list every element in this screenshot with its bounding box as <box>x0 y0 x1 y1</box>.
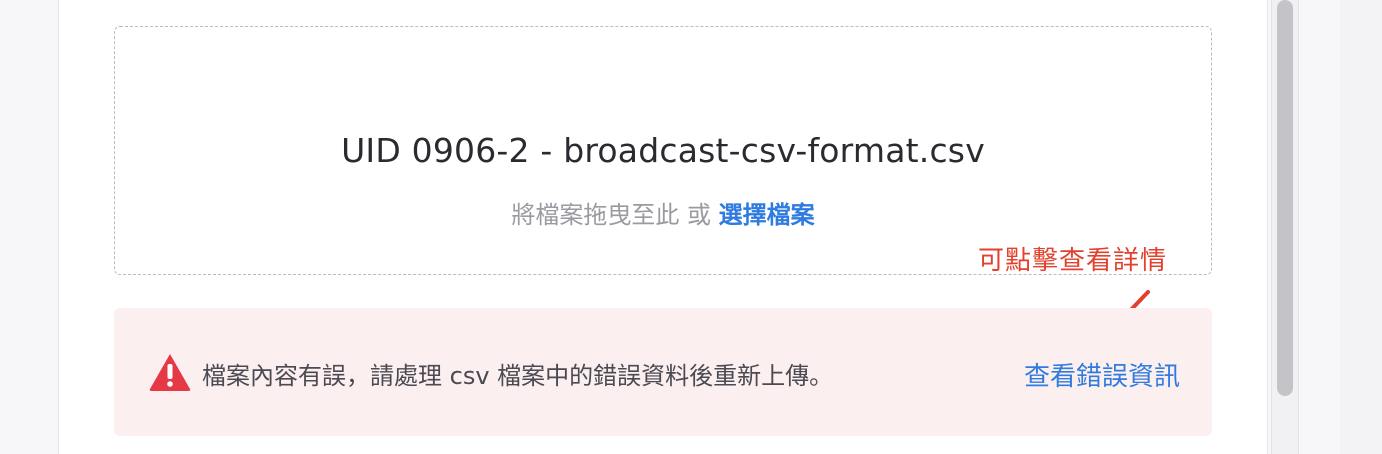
annotation-label: 可點擊查看詳情 <box>978 246 1168 276</box>
uploaded-file-name: UID 0906-2 - broadcast-csv-format.csv <box>341 131 985 170</box>
drop-hint-text: 將檔案拖曳至此 或 <box>511 201 719 229</box>
scrollbar-thumb[interactable] <box>1277 0 1293 396</box>
error-alert: 檔案內容有誤，請處理 csv 檔案中的錯誤資料後重新上傳。 查看錯誤資訊 <box>114 308 1212 436</box>
right-gutter <box>1340 0 1382 454</box>
choose-file-link[interactable]: 選擇檔案 <box>719 201 815 229</box>
drop-hint: 將檔案拖曳至此 或 選擇檔案 <box>115 195 1211 230</box>
file-dropzone[interactable]: UID 0906-2 - broadcast-csv-format.csv 將檔… <box>114 26 1212 275</box>
view-error-details-link[interactable]: 查看錯誤資訊 <box>1024 356 1180 393</box>
warning-triangle-icon <box>149 354 191 391</box>
error-message: 檔案內容有誤，請處理 csv 檔案中的錯誤資料後重新上傳。 <box>202 362 834 390</box>
